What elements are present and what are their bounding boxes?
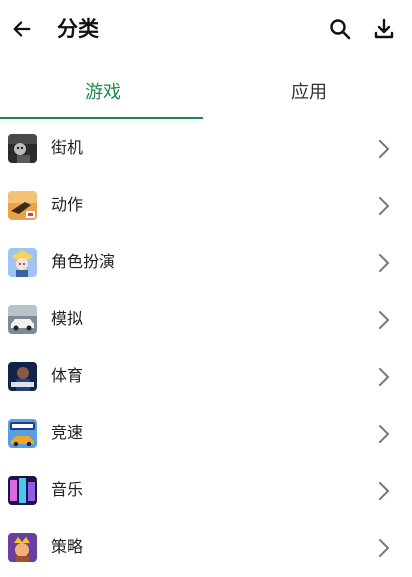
category-label: 体育 xyxy=(51,366,84,385)
chevron-right-icon xyxy=(379,539,389,557)
page-title: 分类 xyxy=(57,17,99,41)
chevron-right-icon xyxy=(379,368,389,386)
chevron-right-icon xyxy=(379,140,389,158)
category-row-sports[interactable]: 体育 xyxy=(0,348,412,405)
chevron-right-icon xyxy=(379,197,389,215)
chevron-right-icon xyxy=(379,254,389,272)
back-button[interactable] xyxy=(8,15,36,43)
arrow-left-icon xyxy=(13,21,31,37)
action-thumbnail-icon xyxy=(8,191,37,220)
active-tab-indicator xyxy=(0,117,203,119)
category-label: 竞速 xyxy=(51,423,84,442)
tab-games[interactable]: 游戏 xyxy=(0,62,206,120)
category-list: 街机 动作 角色扮演 模拟 体育 竞速 音乐 策略 xyxy=(0,120,412,576)
category-row-arcade[interactable]: 街机 xyxy=(0,120,412,177)
category-label: 角色扮演 xyxy=(51,252,116,271)
category-row-music[interactable]: 音乐 xyxy=(0,462,412,519)
category-label: 音乐 xyxy=(51,480,84,499)
chevron-right-icon xyxy=(379,482,389,500)
category-row-rpg[interactable]: 角色扮演 xyxy=(0,234,412,291)
search-icon xyxy=(330,19,351,40)
category-label: 动作 xyxy=(51,195,84,214)
rpg-thumbnail-icon xyxy=(8,248,37,277)
category-label: 策略 xyxy=(51,537,84,556)
download-button[interactable] xyxy=(370,15,398,43)
category-label: 模拟 xyxy=(51,309,84,328)
category-row-action[interactable]: 动作 xyxy=(0,177,412,234)
category-row-simulation[interactable]: 模拟 xyxy=(0,291,412,348)
category-row-racing[interactable]: 竞速 xyxy=(0,405,412,462)
search-button[interactable] xyxy=(326,15,354,43)
chevron-right-icon xyxy=(379,311,389,329)
tab-apps[interactable]: 应用 xyxy=(206,62,412,120)
chevron-right-icon xyxy=(379,425,389,443)
simulation-thumbnail-icon xyxy=(8,305,37,334)
strategy-thumbnail-icon xyxy=(8,533,37,562)
arcade-thumbnail-icon xyxy=(8,134,37,163)
music-thumbnail-icon xyxy=(8,476,37,505)
racing-thumbnail-icon xyxy=(8,419,37,448)
app-bar: 分类 xyxy=(0,0,412,58)
category-label: 街机 xyxy=(51,138,84,157)
sports-thumbnail-icon xyxy=(8,362,37,391)
download-icon xyxy=(374,18,394,39)
category-tabs: 游戏 应用 xyxy=(0,62,412,120)
category-row-strategy[interactable]: 策略 xyxy=(0,519,412,576)
